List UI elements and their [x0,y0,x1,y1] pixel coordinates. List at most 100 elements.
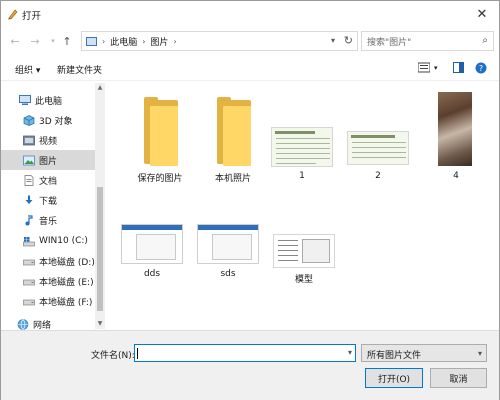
file-type-value: 所有图片文件 [367,351,422,361]
help-icon: ? [475,62,487,74]
image-thumbnail [121,224,183,264]
up-button[interactable]: ↑ [59,33,75,49]
open-button[interactable]: 打开(O) [365,368,423,388]
scroll-up-icon[interactable]: ▲ [95,83,105,93]
sidebar-item-pictures[interactable]: 图片 [1,150,95,170]
close-button[interactable]: ✕ [465,1,499,27]
sidebar-item-label: 3D 对象 [39,116,73,127]
computer-icon [86,36,97,46]
sidebar-item-label: 文档 [39,176,58,187]
app-icon [8,9,18,20]
view-options-dropdown[interactable]: ▾ [434,64,438,72]
network-icon [17,318,29,330]
close-icon: ✕ [476,6,488,22]
file-item-image-sds[interactable]: sds [188,218,268,298]
open-file-dialog: 打开 ✕ ← → ▾ ↑ › 此电脑 › 图片 › ▾ ↻ 搜索"图片" ⌕ 组… [0,0,500,400]
breadcrumb-separator-icon: › [102,36,106,46]
file-item-image-2[interactable]: 2 [338,83,418,193]
image-thumbnail [347,131,409,165]
computer-icon [19,94,31,105]
file-item-image-1[interactable]: 1 [262,83,342,193]
sidebar-item-label: WIN10 (C:) [39,236,88,246]
address-history-dropdown[interactable]: ▾ [331,36,335,45]
breadcrumb-this-pc[interactable]: 此电脑 [110,35,137,48]
scrollbar-thumb[interactable] [97,187,103,311]
image-thumbnail [273,234,335,268]
back-button[interactable]: ← [7,33,23,49]
file-name: 保存的图片 [137,174,183,184]
video-icon [23,135,35,145]
organize-button[interactable]: 组织 ▾ [15,63,40,76]
image-thumbnail [197,224,259,264]
file-name: dds [143,269,161,279]
sidebar-item-label: 图片 [39,156,58,167]
file-name: 4 [453,171,459,181]
svg-text:?: ? [479,64,483,73]
view-list-icon [417,62,431,73]
sidebar-item-label: 音乐 [39,216,58,227]
help-button[interactable]: ? [475,62,487,77]
change-view-button[interactable] [417,62,431,76]
file-list: 保存的图片 本机照片 1 2 4 dds sds 模型 [106,83,499,329]
sidebar-item-label: 视频 [39,136,58,147]
sidebar-item-label: 本地磁盘 (E:) [39,277,94,288]
file-name: 1 [299,171,305,181]
file-name: sds [220,269,236,279]
music-icon [25,214,33,225]
search-input[interactable]: 搜索"图片" ⌕ [361,31,494,51]
file-name: 2 [375,171,381,181]
chevron-down-icon: ▾ [51,37,55,45]
breadcrumb-separator-icon: › [173,36,177,46]
sidebar-item-label: 本地磁盘 (D:) [39,257,95,268]
refresh-icon[interactable]: ↻ [344,34,353,47]
file-item-image-dds[interactable]: dds [112,218,192,298]
arrow-up-icon: ↑ [62,34,72,48]
dialog-footer: 文件名(N): ▾ 所有图片文件 ▾ 打开(O) 取消 [1,330,499,400]
document-icon [24,174,34,186]
file-item-image-model[interactable]: 模型 [264,218,344,298]
breadcrumb-separator-icon: › [142,36,146,46]
cube-3d-icon [23,114,35,126]
file-item-image-4[interactable]: 4 [416,83,496,193]
drive-icon [23,279,35,285]
windows-drive-icon [23,236,35,246]
arrow-right-icon: → [30,34,40,48]
search-icon: ⌕ [482,35,488,46]
chevron-down-icon[interactable]: ▾ [348,348,352,357]
search-placeholder: 搜索"图片" [367,37,412,48]
breadcrumb-pictures[interactable]: 图片 [150,35,168,48]
preview-pane-button[interactable] [453,62,464,76]
sidebar-item-label: 网络 [33,320,52,331]
file-type-select[interactable]: 所有图片文件 ▾ [361,344,487,362]
filename-label: 文件名(N): [91,351,135,361]
toolbar: 组织 ▾ 新建文件夹 ▾ ? [1,57,499,81]
arrow-left-icon: ← [10,34,20,48]
download-icon [25,195,33,204]
address-bar[interactable]: › 此电脑 › 图片 › ▾ ↻ [81,31,358,51]
cancel-button[interactable]: 取消 [430,368,487,388]
navigation-pane: 此电脑 3D 对象 视频 图片 文档 下载 音乐 WIN10 (C:) 本地磁盘… [1,83,105,331]
pictures-icon [23,155,35,165]
drive-icon [23,299,35,305]
filename-field[interactable]: ▾ [134,344,356,362]
sidebar-item-label: 下载 [39,196,58,207]
text-caret [137,348,138,359]
scroll-down-icon[interactable]: ▼ [95,319,105,329]
file-name: 本机照片 [214,174,251,184]
file-name: 模型 [294,275,313,285]
file-item-folder-camera-roll[interactable]: 本机照片 [193,83,273,193]
image-thumbnail [271,127,333,167]
title-bar: 打开 ✕ [1,1,499,27]
new-folder-button[interactable]: 新建文件夹 [57,63,102,76]
navigation-bar: ← → ▾ ↑ › 此电脑 › 图片 › ▾ ↻ 搜索"图片" ⌕ [1,28,499,54]
sidebar-item-label: 此电脑 [35,96,63,107]
chevron-down-icon: ▾ [477,349,482,358]
sidebar-item-label: 本地磁盘 (F:) [39,297,93,308]
window-title: 打开 [22,11,42,22]
preview-pane-icon [453,62,464,73]
drive-icon [23,259,35,265]
file-item-folder-saved-pictures[interactable]: 保存的图片 [120,83,200,193]
sidebar-scrollbar[interactable]: ▲ ▼ [95,83,105,329]
image-thumbnail [438,92,472,166]
forward-button[interactable]: → [27,33,43,49]
